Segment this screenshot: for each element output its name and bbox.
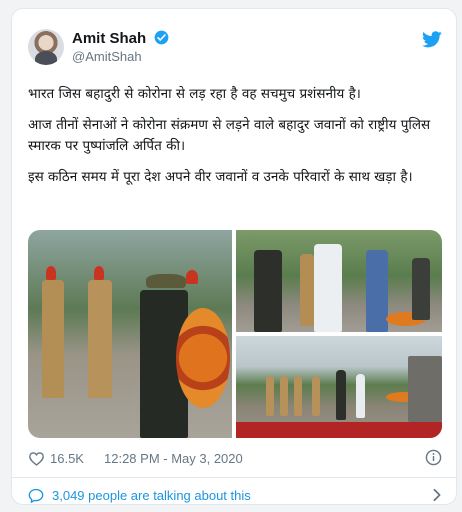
tweet-paragraph: इस कठिन समय में पूरा देश अपने वीर जवानों… [28,169,413,185]
author-name[interactable]: Amit Shah [72,30,146,47]
tweet-timestamp[interactable]: 12:28 PM - May 3, 2020 [104,451,243,466]
conversation-count[interactable]: 3,049 people are talking about this [52,488,251,503]
divider [12,477,456,478]
photo-2[interactable] [236,230,442,332]
photo-1[interactable] [28,230,232,438]
conversation-link[interactable]: 3,049 people are talking about this [28,485,442,507]
heart-icon[interactable] [28,451,45,469]
author-handle[interactable]: @AmitShah [72,49,142,64]
avatar[interactable] [28,29,64,65]
twitter-bird-icon[interactable] [422,31,442,53]
like-count[interactable]: 16.5K [50,451,84,466]
author-name-row[interactable]: Amit Shah [72,30,169,50]
tweet-media-grid [28,230,442,438]
tweet-card: Amit Shah @AmitShah भारत जिस बहादुरी से … [11,8,457,505]
photo-3[interactable] [236,336,442,438]
tweet-footer: 16.5K 12:28 PM - May 3, 2020 [28,449,442,471]
chat-bubble-icon [28,488,44,506]
verified-badge-icon [154,30,169,50]
tweet-paragraph: आज तीनों सेनाओं ने कोरोना संक्रमण से लड़… [28,117,431,154]
tweet-header: Amit Shah @AmitShah [28,29,442,69]
tweet-paragraph: भारत जिस बहादुरी से कोरोना से लड़ रहा है… [28,86,361,102]
tweet-text: भारत जिस बहादुरी से कोरोना से लड़ रहा है… [28,84,442,198]
info-icon[interactable] [425,449,442,469]
chevron-right-icon[interactable] [432,488,442,505]
